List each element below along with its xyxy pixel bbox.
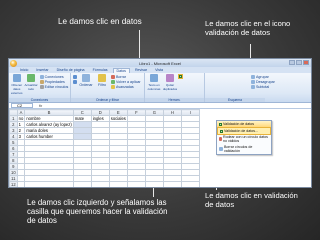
menu-item-label: Validación de datos... bbox=[224, 129, 259, 133]
remove-duplicates-button[interactable]: Quitar duplicados bbox=[163, 74, 177, 101]
menu-item-label: Borrar círculos de validación bbox=[223, 145, 253, 153]
cell[interactable] bbox=[163, 188, 181, 189]
advanced-label: Avanzadas bbox=[116, 85, 134, 89]
data-validation-icon bbox=[219, 122, 222, 126]
minimize-icon[interactable] bbox=[289, 60, 295, 65]
excel-window: Libro1 - Microsoft Excel Inicio Insertar… bbox=[8, 58, 312, 188]
remove-duplicates-icon bbox=[166, 74, 174, 82]
window-title: Libro1 - Microsoft Excel bbox=[139, 61, 181, 66]
group-esquema: Agrupar Desagrupar Subtotal Esquema bbox=[205, 73, 275, 102]
menu-item-label: Rodear con un círculo datos no válidos bbox=[222, 135, 268, 143]
sort-button[interactable]: Ordenar bbox=[79, 74, 93, 101]
ungroup-button[interactable]: Desagrupar bbox=[251, 80, 275, 84]
cell[interactable] bbox=[145, 188, 163, 189]
maximize-icon[interactable] bbox=[296, 60, 302, 65]
properties-button[interactable]: Propiedades bbox=[39, 80, 69, 84]
remove-duplicates-label: Quitar duplicados bbox=[162, 83, 178, 91]
reapply-icon bbox=[111, 80, 115, 84]
subtotal-label: Subtotal bbox=[256, 85, 270, 89]
ungroup-icon bbox=[251, 80, 255, 84]
ungroup-label: Desagrupar bbox=[256, 80, 275, 84]
spreadsheet-grid: A B C D E F G H I 1 no nombre mate ingles soc… bbox=[9, 109, 311, 189]
group-herramientas: Texto en columnas Quitar duplicados Herr… bbox=[145, 73, 205, 102]
connections-icon bbox=[39, 75, 44, 79]
group-label-conexiones: Conexiones bbox=[9, 98, 70, 102]
validation-menu-header-label: Validación de datos bbox=[223, 122, 255, 126]
group-label-herramientas: Herram. bbox=[145, 98, 204, 102]
group-label-ordenar-filtrar: Ordenar y filtrar bbox=[71, 98, 144, 102]
name-box[interactable]: C2 bbox=[11, 103, 33, 108]
data-validation-icon bbox=[179, 75, 182, 78]
clear-button[interactable]: Borrar bbox=[111, 75, 141, 79]
cell[interactable]: sociales bbox=[108, 115, 128, 122]
caption-click-datos: Le damos clic en datos bbox=[58, 17, 142, 26]
advanced-icon bbox=[111, 85, 115, 89]
get-external-data-label: Obtener datos externos bbox=[11, 83, 23, 95]
caption-select-cells: Le damos clic izquierdo y señalamos las … bbox=[27, 198, 168, 226]
data-validation-menu: Validación de datos Validación de datos.… bbox=[216, 120, 272, 155]
sort-az-button[interactable] bbox=[73, 75, 77, 79]
group-ordenar-filtrar: Ordenar Filtro Borrar Volver a aplicar A… bbox=[71, 73, 145, 102]
cell[interactable] bbox=[25, 188, 73, 189]
menu-item-circle-invalid[interactable]: Rodear con un círculo datos no válidos bbox=[217, 134, 271, 144]
cell[interactable] bbox=[127, 188, 145, 189]
refresh-icon bbox=[27, 74, 36, 82]
refresh-all-button[interactable]: Actualizar todo bbox=[25, 74, 38, 101]
table-row: 13 bbox=[10, 188, 200, 189]
caption-click-validation: Le damos clic en validación de datos bbox=[205, 191, 298, 210]
links-icon bbox=[39, 85, 44, 89]
sort-za-icon bbox=[73, 80, 77, 84]
validation-menu-header[interactable]: Validación de datos bbox=[217, 121, 271, 128]
advanced-button[interactable]: Avanzadas bbox=[111, 85, 141, 89]
fx-icon[interactable]: fx bbox=[39, 103, 42, 108]
connections-button[interactable]: Conexiones bbox=[39, 75, 69, 79]
sort-label: Ordenar bbox=[79, 83, 93, 87]
clear-circles-icon bbox=[219, 147, 223, 151]
ribbon: Obtener datos externos Actualizar todo C… bbox=[9, 73, 311, 103]
cell[interactable] bbox=[73, 188, 91, 189]
close-icon[interactable] bbox=[303, 60, 309, 65]
circle-invalid-icon bbox=[219, 137, 222, 141]
filter-button[interactable]: Filtro bbox=[95, 74, 109, 101]
text-to-columns-button[interactable]: Texto en columnas bbox=[147, 74, 161, 101]
group-button[interactable]: Agrupar bbox=[251, 75, 275, 79]
group-icon bbox=[251, 75, 255, 79]
reapply-button[interactable]: Volver a aplicar bbox=[111, 80, 141, 84]
clear-label: Borrar bbox=[116, 75, 126, 79]
refresh-all-label: Actualizar todo bbox=[24, 83, 38, 91]
caption-click-validation-icon: Le damos clic en el icono validación de … bbox=[205, 19, 291, 38]
data-validation-button[interactable] bbox=[178, 74, 183, 79]
title-bar: Libro1 - Microsoft Excel bbox=[9, 59, 311, 67]
text-to-columns-label: Texto en columnas bbox=[147, 83, 161, 91]
filter-icon bbox=[98, 74, 106, 82]
cell[interactable] bbox=[181, 188, 199, 189]
group-label: Agrupar bbox=[256, 75, 269, 79]
edit-links-label: Editar vínculos bbox=[44, 85, 69, 89]
cell[interactable] bbox=[91, 188, 109, 189]
cell[interactable] bbox=[17, 188, 25, 189]
properties-icon bbox=[39, 80, 44, 84]
filter-label: Filtro bbox=[98, 83, 106, 87]
sort-icon bbox=[82, 74, 90, 82]
sort-az-icon bbox=[73, 75, 77, 79]
sort-za-button[interactable] bbox=[73, 80, 77, 84]
database-icon bbox=[12, 74, 21, 82]
get-external-data-button[interactable]: Obtener datos externos bbox=[11, 74, 23, 101]
properties-label: Propiedades bbox=[44, 80, 65, 84]
menu-item-clear-circles[interactable]: Borrar círculos de validación bbox=[217, 144, 271, 154]
data-validation-icon bbox=[220, 129, 223, 133]
cell[interactable]: carlos alvarez (ay lopez) bbox=[24, 121, 74, 128]
row-header[interactable]: 13 bbox=[10, 188, 18, 189]
sheet-table: A B C D E F G H I 1 no nombre mate ingles soc… bbox=[9, 109, 200, 189]
subtotal-button[interactable]: Subtotal bbox=[251, 85, 275, 89]
text-columns-icon bbox=[150, 74, 158, 82]
group-conexiones: Obtener datos externos Actualizar todo C… bbox=[9, 73, 71, 102]
group-label-esquema: Esquema bbox=[205, 98, 265, 102]
clear-icon bbox=[111, 75, 115, 79]
connections-label: Conexiones bbox=[44, 75, 64, 79]
reapply-label: Volver a aplicar bbox=[116, 80, 141, 84]
subtotal-icon bbox=[251, 85, 255, 89]
cell[interactable] bbox=[109, 188, 127, 189]
edit-links-button[interactable]: Editar vínculos bbox=[39, 85, 69, 89]
